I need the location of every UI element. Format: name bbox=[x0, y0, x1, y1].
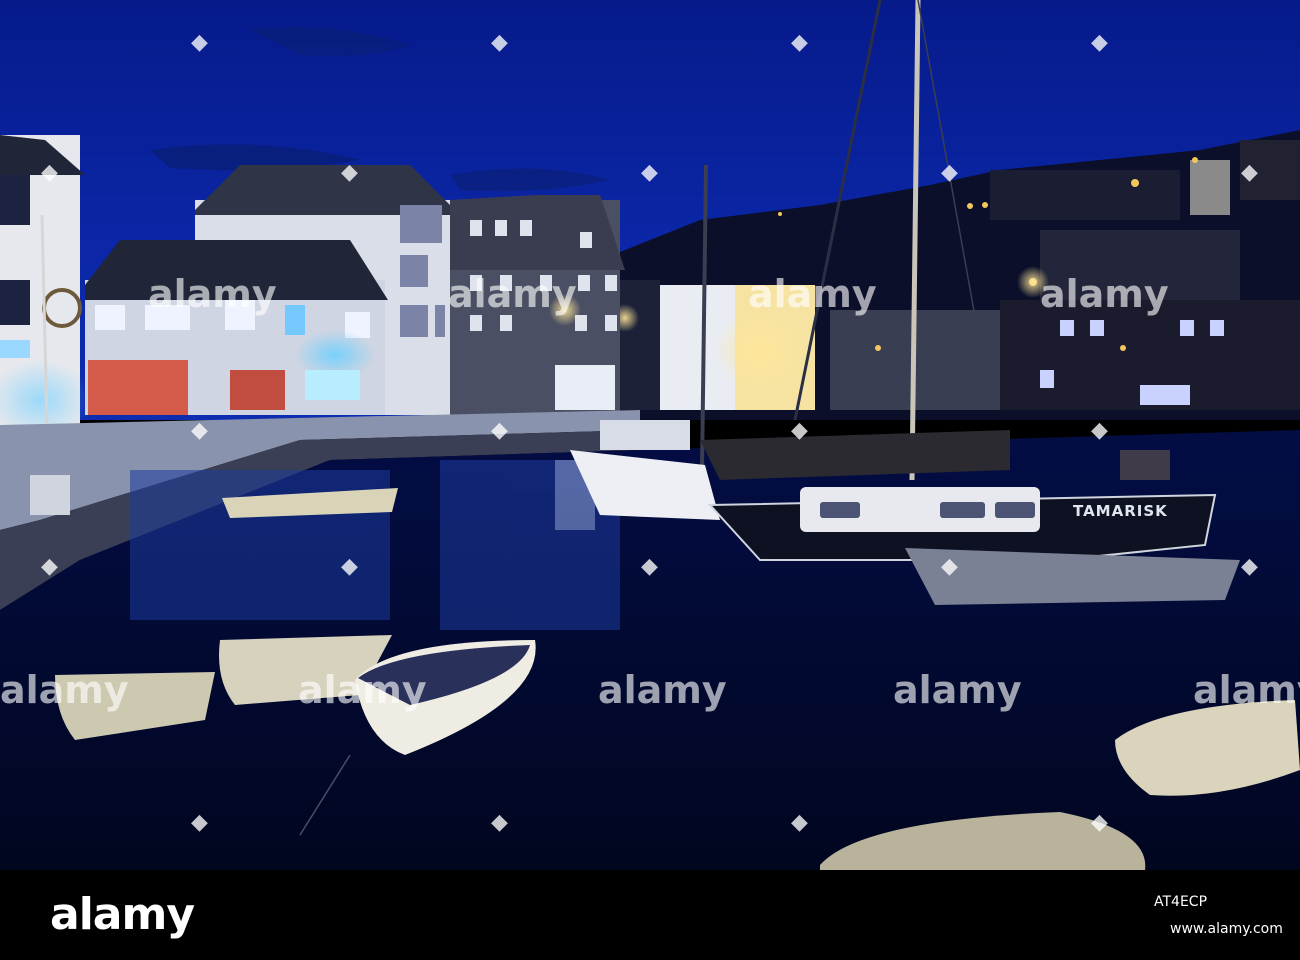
watermark-diamond-icon: ◆ bbox=[41, 160, 58, 185]
watermark-diamond-icon: ◆ bbox=[941, 160, 958, 185]
watermark-word: alamy bbox=[1040, 272, 1169, 316]
bollard-bin bbox=[30, 475, 70, 515]
site-url[interactable]: www.alamy.com bbox=[1170, 921, 1283, 937]
stock-footer-bar bbox=[0, 870, 1300, 960]
window bbox=[0, 175, 30, 225]
watermark-diamond-icon: ◆ bbox=[1091, 418, 1108, 443]
watermark-word: alamy bbox=[148, 272, 277, 316]
watermark-diamond-icon: ◆ bbox=[341, 554, 358, 579]
watermark-diamond-icon: ◆ bbox=[491, 418, 508, 443]
watermark-word: alamy bbox=[748, 272, 877, 316]
watermark-word: alamy bbox=[893, 668, 1022, 712]
alamy-logo: alamy bbox=[50, 889, 195, 940]
lit-shopfront bbox=[305, 370, 360, 400]
watermark-diamond-icon: ◆ bbox=[1091, 30, 1108, 55]
hill-house bbox=[1190, 160, 1230, 215]
watermark-word: alamy bbox=[448, 272, 577, 316]
image-id: AT4ECP bbox=[1154, 894, 1208, 910]
watermark-diamond-icon: ◆ bbox=[791, 30, 808, 55]
watermark-diamond-icon: ◆ bbox=[1091, 810, 1108, 835]
watermark-diamond-icon: ◆ bbox=[791, 418, 808, 443]
reflections bbox=[130, 460, 620, 630]
watermark-word: alamy bbox=[1193, 668, 1300, 712]
watermark-diamond-icon: ◆ bbox=[641, 554, 658, 579]
watermark-diamond-icon: ◆ bbox=[41, 554, 58, 579]
lit-window bbox=[0, 340, 30, 358]
watermark-diamond-icon: ◆ bbox=[1241, 554, 1258, 579]
watermark-diamond-icon: ◆ bbox=[491, 810, 508, 835]
red-shopfront bbox=[88, 360, 188, 415]
light-reflection bbox=[1120, 450, 1170, 480]
watermark-diamond-icon: ◆ bbox=[641, 160, 658, 185]
shop-front bbox=[555, 365, 615, 410]
watermark-word: alamy bbox=[298, 668, 427, 712]
white-boat-cabin bbox=[600, 420, 690, 450]
watermark-diamond-icon: ◆ bbox=[791, 810, 808, 835]
neon-window bbox=[285, 305, 305, 335]
red-door bbox=[230, 370, 285, 410]
watermark-word: alamy bbox=[598, 668, 727, 712]
watermark-diamond-icon: ◆ bbox=[941, 554, 958, 579]
watermark-diamond-icon: ◆ bbox=[491, 30, 508, 55]
watermark-word: alamy bbox=[0, 668, 129, 712]
watermark-diamond-icon: ◆ bbox=[191, 30, 208, 55]
watermark-diamond-icon: ◆ bbox=[1241, 160, 1258, 185]
dark-building bbox=[620, 280, 660, 410]
boat-name-label: TAMARISK bbox=[1073, 502, 1168, 520]
lamp-glow bbox=[715, 310, 805, 390]
watermark-diamond-icon: ◆ bbox=[191, 810, 208, 835]
watermark-diamond-icon: ◆ bbox=[191, 418, 208, 443]
watermark-diamond-icon: ◆ bbox=[341, 160, 358, 185]
hill-house bbox=[990, 170, 1180, 220]
window bbox=[0, 280, 30, 325]
